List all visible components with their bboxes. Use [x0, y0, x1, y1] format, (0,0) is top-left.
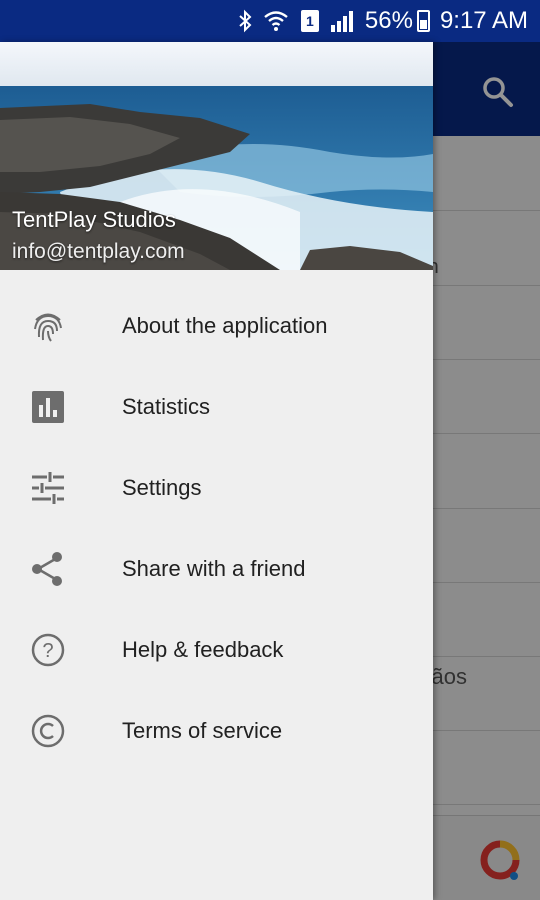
header-coast-image	[0, 42, 433, 270]
sliders-icon	[29, 469, 67, 507]
signal-icon	[329, 10, 355, 32]
status-bar: 1 56% 9:17 AM	[0, 0, 540, 42]
menu-item-label: About the application	[122, 312, 328, 338]
menu-item-terms[interactable]: Terms of service	[0, 690, 433, 771]
menu-item-about[interactable]: About the application	[0, 285, 433, 366]
help-icon: ?	[29, 631, 67, 669]
wifi-icon	[263, 9, 289, 33]
drawer-menu: About the application Statistics Setting…	[0, 285, 433, 771]
svg-text:?: ?	[42, 640, 53, 662]
menu-item-label: Share with a friend	[122, 555, 306, 581]
menu-item-label: Settings	[122, 474, 202, 500]
menu-item-label: Help & feedback	[122, 636, 284, 662]
bar-chart-icon	[29, 388, 67, 426]
copyright-icon	[29, 712, 67, 750]
menu-item-help[interactable]: ? Help & feedback	[0, 609, 433, 690]
menu-item-label: Terms of service	[122, 717, 283, 743]
fingerprint-icon	[29, 307, 67, 345]
battery-percent: 56%	[364, 7, 413, 34]
share-icon	[29, 550, 67, 588]
menu-item-statistics[interactable]: Statistics	[0, 366, 433, 447]
bluetooth-icon	[237, 9, 253, 33]
menu-item-share[interactable]: Share with a friend	[0, 528, 433, 609]
menu-item-settings[interactable]: Settings	[0, 447, 433, 528]
account-name: TentPlay Studios	[12, 207, 176, 232]
battery-icon	[416, 10, 430, 32]
clock: 9:17 AM	[439, 7, 528, 34]
account-email: info@tentplay.com	[12, 240, 185, 263]
navigation-drawer: TentPlay Studios info@tentplay.com About…	[0, 42, 433, 900]
drawer-header: TentPlay Studios info@tentplay.com	[0, 42, 433, 270]
menu-item-label: Statistics	[122, 393, 211, 419]
sim-icon: 1	[300, 10, 319, 32]
